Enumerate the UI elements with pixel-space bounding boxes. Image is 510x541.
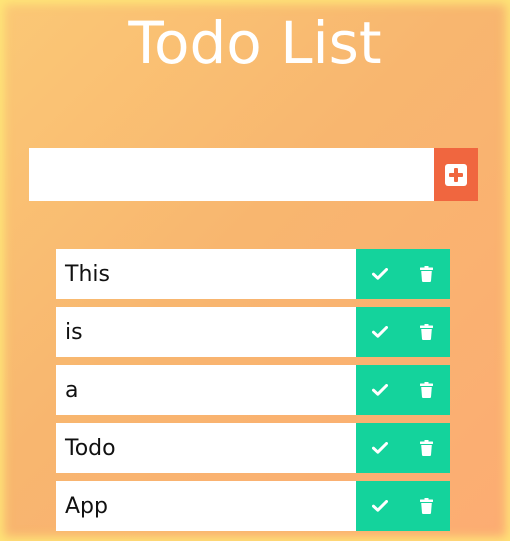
complete-button[interactable] (356, 249, 403, 299)
trash-icon (420, 266, 433, 282)
add-todo-form (29, 148, 478, 201)
todo-actions (356, 307, 450, 357)
todo-text: App (56, 481, 356, 531)
todo-text: is (56, 307, 356, 357)
complete-button[interactable] (356, 423, 403, 473)
todo-actions (356, 249, 450, 299)
check-icon (371, 326, 388, 338)
check-icon (371, 384, 388, 396)
trash-icon (420, 440, 433, 456)
todo-text: This (56, 249, 356, 299)
todo-input[interactable] (29, 148, 434, 201)
delete-button[interactable] (403, 249, 450, 299)
complete-button[interactable] (356, 307, 403, 357)
todo-item: a (56, 365, 450, 415)
todo-item: App (56, 481, 450, 531)
todo-actions (356, 423, 450, 473)
delete-button[interactable] (403, 307, 450, 357)
trash-icon (420, 498, 433, 514)
add-todo-button[interactable] (434, 148, 478, 201)
delete-button[interactable] (403, 423, 450, 473)
todo-actions (356, 481, 450, 531)
todo-text: Todo (56, 423, 356, 473)
trash-icon (420, 324, 433, 340)
trash-icon (420, 382, 433, 398)
complete-button[interactable] (356, 481, 403, 531)
todo-actions (356, 365, 450, 415)
todo-text: a (56, 365, 356, 415)
check-icon (371, 500, 388, 512)
todo-item: Todo (56, 423, 450, 473)
delete-button[interactable] (403, 481, 450, 531)
complete-button[interactable] (356, 365, 403, 415)
todo-list: This is a Todo App (56, 249, 450, 539)
check-icon (371, 268, 388, 280)
todo-item: is (56, 307, 450, 357)
todo-item: This (56, 249, 450, 299)
check-icon (371, 442, 388, 454)
plus-square-icon (445, 163, 467, 186)
delete-button[interactable] (403, 365, 450, 415)
page-title: Todo List (128, 9, 382, 77)
